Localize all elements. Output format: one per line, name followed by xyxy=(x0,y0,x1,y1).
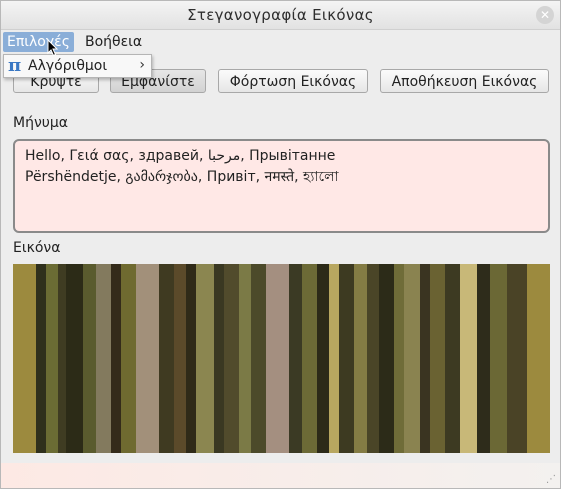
image-stripe xyxy=(429,264,445,453)
image-stripe xyxy=(120,264,136,453)
dropdown-item-algorithms[interactable]: π Αλγόριθμοι › xyxy=(4,55,151,77)
image-stripe xyxy=(173,264,187,453)
image-stripe xyxy=(489,264,508,453)
message-line-1: Hello, Γειά σας, здравей, مرحبا, Прывіта… xyxy=(25,148,336,164)
message-line-2: Përshëndetje, გამარჯობა, Привіт, नमस्ते,… xyxy=(25,169,339,185)
image-stripe xyxy=(404,264,420,453)
image-label: Εικόνα xyxy=(13,240,61,256)
image-stripe xyxy=(301,264,317,453)
image-stripe xyxy=(35,264,46,453)
status-bar: ⋰ xyxy=(1,463,560,488)
image-stripe xyxy=(394,264,405,453)
image-stripe xyxy=(65,264,84,453)
image-stripe xyxy=(477,264,490,453)
resize-grip-icon[interactable]: ⋰ xyxy=(546,474,556,485)
image-stripe xyxy=(366,264,380,453)
load-image-button[interactable]: Φόρτωση Εικόνας xyxy=(218,69,368,93)
menu-help[interactable]: Βοήθεια xyxy=(81,32,146,52)
mouse-cursor-icon xyxy=(47,39,59,57)
chevron-right-icon: › xyxy=(139,57,145,73)
image-stripe xyxy=(196,264,214,453)
image-stripe xyxy=(266,264,290,453)
image-stripe xyxy=(459,264,478,453)
image-stripe xyxy=(379,264,395,453)
image-stripe xyxy=(444,264,460,453)
image-stripe xyxy=(186,264,197,453)
message-textarea[interactable]: Hello, Γειά σας, здравей, مرحبا, Прывіта… xyxy=(13,139,550,233)
image-stripe xyxy=(213,264,224,453)
image-stripe xyxy=(419,264,430,453)
close-icon[interactable]: ✕ xyxy=(536,6,554,24)
image-stripe xyxy=(251,264,267,453)
image-stripe xyxy=(58,264,66,453)
options-dropdown: π Αλγόριθμοι › xyxy=(3,54,152,78)
main-window: Στεγανογραφία Εικόνας ✕ Επιλογές Βοήθεια… xyxy=(0,0,561,489)
dropdown-item-label: Αλγόριθμοι xyxy=(28,58,108,74)
image-stripe xyxy=(354,264,367,453)
image-stripe xyxy=(83,264,96,453)
menu-bar: Επιλογές Βοήθεια xyxy=(1,30,560,54)
image-stripe xyxy=(289,264,302,453)
image-stripe xyxy=(13,264,36,453)
image-stripe xyxy=(238,264,252,453)
title-bar[interactable]: Στεγανογραφία Εικόνας ✕ xyxy=(1,1,560,30)
image-stripe xyxy=(507,264,528,453)
image-stripe xyxy=(110,264,121,453)
image-stripe xyxy=(223,264,239,453)
window-title: Στεγανογραφία Εικόνας xyxy=(187,6,374,24)
image-stripe xyxy=(316,264,330,453)
image-stripe xyxy=(45,264,59,453)
image-stripe xyxy=(158,264,174,453)
message-label: Μήνυμα xyxy=(13,115,69,131)
save-image-button[interactable]: Αποθήκευση Εικόνας xyxy=(380,69,549,93)
image-preview xyxy=(13,264,550,453)
image-stripe xyxy=(527,264,550,453)
image-stripe xyxy=(95,264,111,453)
menu-options[interactable]: Επιλογές xyxy=(3,32,74,52)
image-stripe xyxy=(329,264,340,453)
image-stripe xyxy=(339,264,355,453)
image-stripe xyxy=(135,264,159,453)
pi-icon: π xyxy=(8,55,22,76)
